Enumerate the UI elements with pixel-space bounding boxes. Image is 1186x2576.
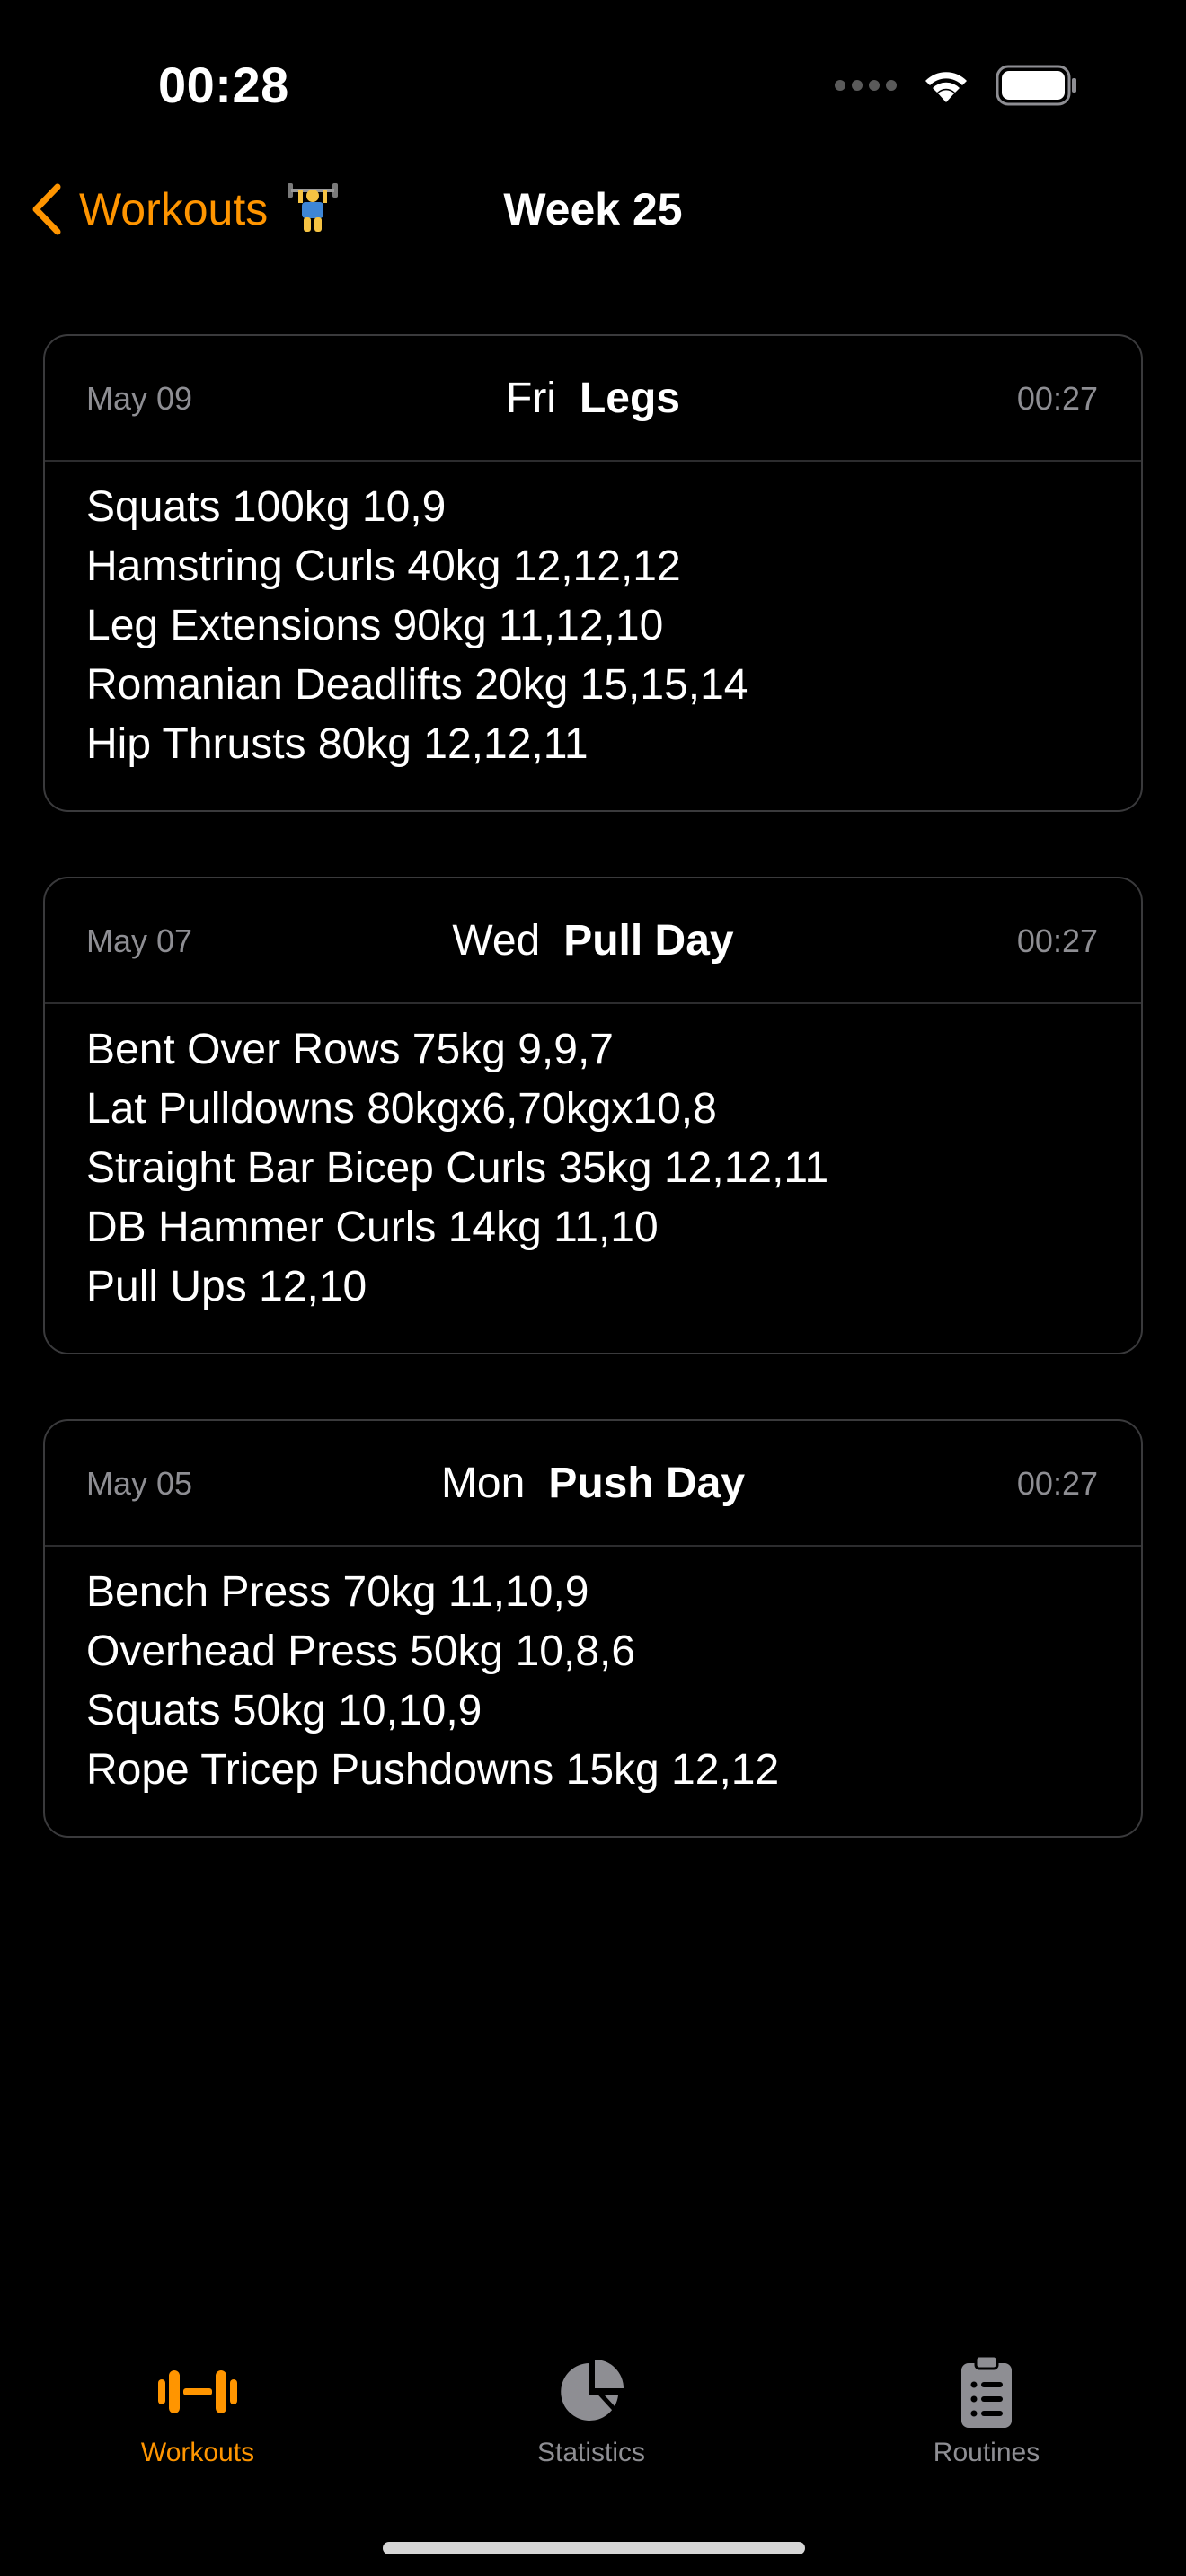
workout-time: 00:27 bbox=[1016, 922, 1098, 959]
exercise-item: Straight Bar Bicep Curls 35kg 12,12,11 bbox=[86, 1144, 829, 1192]
dumbbell-icon bbox=[81, 2353, 314, 2430]
tab-label: Routines bbox=[933, 2438, 1040, 2467]
exercise-item: Hip Thrusts 80kg 12,12,11 bbox=[86, 720, 589, 768]
exercise-item: Bent Over Rows 75kg 9,9,7 bbox=[86, 1026, 614, 1073]
wifi-icon bbox=[925, 72, 967, 102]
workout-name: Push Day bbox=[548, 1460, 746, 1507]
exercise-list: Bench Press 70kg 11,10,9 Overhead Press … bbox=[45, 1547, 1141, 1836]
cellular-signal-icon bbox=[835, 80, 897, 91]
workout-card[interactable]: May 05 Mon Push Day 00:27 Bench Press 70k… bbox=[43, 1419, 1143, 1838]
workout-day: Mon bbox=[440, 1460, 526, 1507]
status-icons bbox=[835, 65, 1078, 106]
workout-name: Pull Day bbox=[563, 917, 734, 965]
workout-title: Fri Legs bbox=[45, 336, 1141, 462]
exercise-item: Lat Pulldowns 80kgx6,70kgx10,8 bbox=[86, 1085, 717, 1133]
exercise-item: Overhead Press 50kg 10,8,6 bbox=[86, 1628, 636, 1675]
exercise-list: Bent Over Rows 75kg 9,9,7 Lat Pulldowns … bbox=[45, 1004, 1141, 1353]
workout-card-header: May 07 Wed Pull Day 00:27 bbox=[45, 878, 1141, 1004]
workout-time: 00:27 bbox=[1016, 380, 1098, 417]
workout-card-header: May 09 Fri Legs 00:27 bbox=[45, 336, 1141, 462]
exercise-item: Pull Ups 12,10 bbox=[86, 1263, 367, 1310]
exercise-list: Squats 100kg 10,9 Hamstring Curls 40kg 1… bbox=[45, 462, 1141, 810]
workout-time: 00:27 bbox=[1016, 1465, 1098, 1502]
status-time: 00:28 bbox=[158, 57, 289, 113]
workout-name: Legs bbox=[579, 375, 680, 422]
workout-title: Mon Push Day bbox=[45, 1421, 1141, 1547]
pie-chart-icon bbox=[474, 2353, 708, 2430]
workout-day: Fri bbox=[506, 375, 556, 422]
exercise-item: Bench Press 70kg 11,10,9 bbox=[86, 1568, 589, 1616]
page-title: Week 25 bbox=[503, 184, 683, 234]
workout-card[interactable]: May 09 Fri Legs 00:27 Squats 100kg 10,9 H… bbox=[43, 334, 1143, 812]
workout-list: May 09 Fri Legs 00:27 Squats 100kg 10,9 H… bbox=[43, 334, 1143, 1902]
tab-bar: Workouts Statistics Routines bbox=[0, 2353, 1186, 2488]
tab-statistics[interactable]: Statistics bbox=[474, 2353, 708, 2468]
workout-title: Wed Pull Day bbox=[45, 878, 1141, 1004]
workout-day: Wed bbox=[452, 917, 541, 965]
workout-card[interactable]: May 07 Wed Pull Day 00:27 Bent Over Rows … bbox=[43, 877, 1143, 1354]
exercise-item: Rope Tricep Pushdowns 15kg 12,12 bbox=[86, 1746, 780, 1794]
exercise-item: Leg Extensions 90kg 11,12,10 bbox=[86, 602, 664, 649]
clipboard-list-icon bbox=[870, 2353, 1103, 2430]
exercise-item: Romanian Deadlifts 20kg 15,15,14 bbox=[86, 661, 748, 709]
battery-icon bbox=[996, 65, 1076, 106]
tab-workouts[interactable]: Workouts bbox=[81, 2353, 314, 2468]
tab-label: Statistics bbox=[536, 2438, 646, 2467]
home-indicator[interactable] bbox=[383, 2542, 805, 2554]
exercise-item: Squats 50kg 10,10,9 bbox=[86, 1687, 482, 1734]
workout-card-header: May 05 Mon Push Day 00:27 bbox=[45, 1421, 1141, 1547]
exercise-item: DB Hammer Curls 14kg 11,10 bbox=[86, 1204, 659, 1251]
exercise-item: Squats 100kg 10,9 bbox=[86, 483, 447, 531]
exercise-item: Hamstring Curls 40kg 12,12,12 bbox=[86, 543, 681, 590]
tab-routines[interactable]: Routines bbox=[870, 2353, 1103, 2468]
tab-label: Workouts bbox=[140, 2438, 255, 2467]
